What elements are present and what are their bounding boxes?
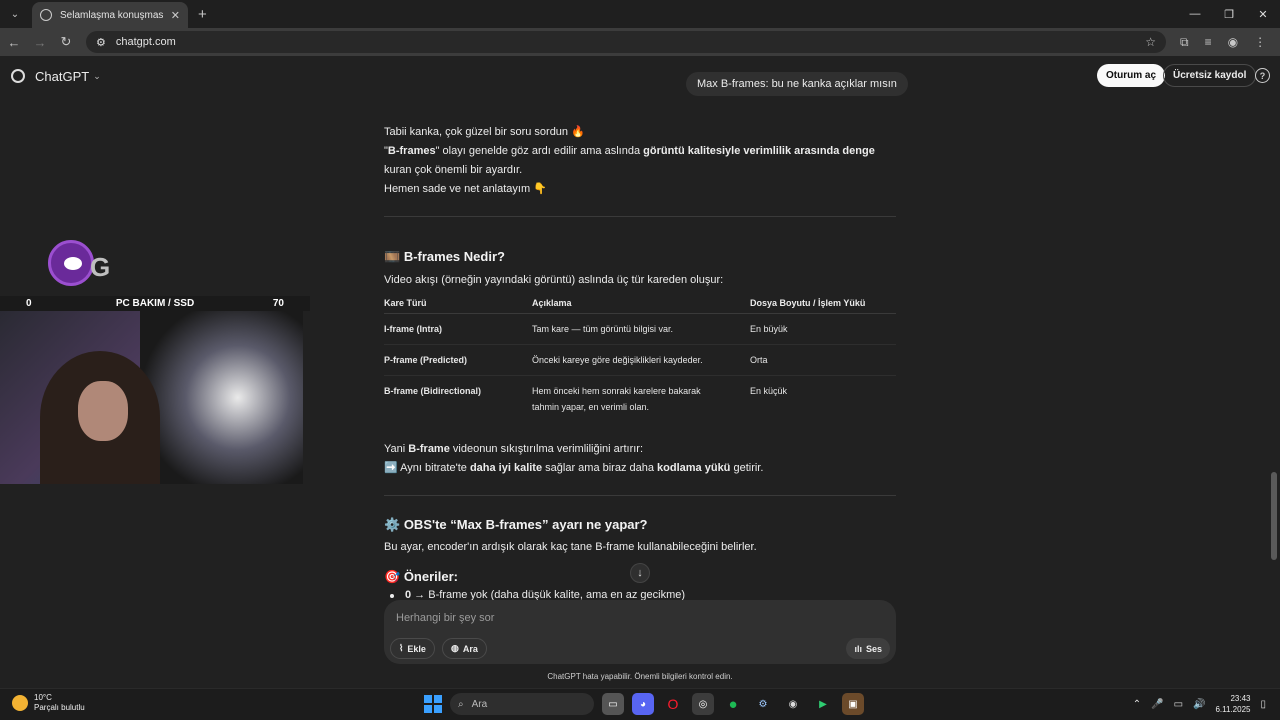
intro-line: Hemen sade ve net anlatayım 👇 [384, 183, 547, 195]
summary-line: ➡️ Aynı bitrate'te daha iyi kalite sağla… [384, 462, 764, 474]
webcam-feed [0, 311, 303, 484]
chatgpt-header: ChatGPT ⌄ [0, 56, 1280, 96]
clock[interactable]: 23:43 6.11.2025 [1215, 693, 1250, 715]
help-icon[interactable]: ? [1255, 68, 1270, 83]
browser-tabbar: ⌄ Selamlaşma konuşması ✕ + — ❐ ✕ [0, 0, 1280, 28]
microphone-icon[interactable]: 🎤 [1151, 699, 1163, 710]
frame-types-table: Kare Türü Açıklama Dosya Boyutu / İşlem … [384, 294, 896, 422]
eye-icon [64, 257, 82, 270]
new-tab-button[interactable]: + [198, 6, 207, 23]
bookmark-star-icon[interactable]: ☆ [1145, 35, 1156, 49]
table-row: P-frame (Predicted) Önceki kareye göre d… [384, 344, 896, 376]
disclaimer-text: ChatGPT hata yapabilir. Önemli bilgileri… [547, 672, 733, 681]
system-tray: ⌃ 🎤 ▭ 🔊 23:43 6.11.2025 ▯ [1133, 693, 1266, 715]
spotify-icon[interactable]: ● [722, 693, 744, 715]
table-row: I-frame (Intra) Tam kare — tüm görüntü b… [384, 313, 896, 345]
play-icon[interactable]: ▶ [812, 693, 834, 715]
browser-tab[interactable]: Selamlaşma konuşması ✕ [32, 2, 188, 28]
section-heading: ⚙️ OBS'te “Max B-frames” ayarı ne yapar? [384, 517, 648, 532]
intro-line: Tabii kanka, çok güzel bir soru sordun 🔥 [384, 126, 585, 138]
tab-search-button[interactable]: ⌄ [4, 4, 26, 24]
browser-menu-icon[interactable]: ⋮ [1254, 35, 1266, 50]
reload-button[interactable]: ↻ [54, 34, 78, 50]
section-lead: Bu ayar, encoder'ın ardışık olarak kaç t… [384, 541, 757, 553]
profile-avatar[interactable]: ◉ [1228, 35, 1238, 50]
streamer-logo-text: G [90, 252, 111, 282]
table-header: Kare Türü [384, 294, 532, 314]
stream-title-bar: 0 PC BAKIM / SSD 70 [0, 296, 310, 311]
site-info-icon[interactable]: ⚙ [96, 36, 106, 49]
globe-icon: ◍ [451, 643, 459, 653]
list-item: 0 → B-frame yok (daha düşük kalite, ama … [384, 586, 896, 600]
message-composer: ⌇ Ekle ◍ Ara ılı Ses [384, 600, 896, 664]
streamer-logo [48, 240, 94, 286]
windows-taskbar: 10°C Parçalı bulutlu ⌕ Ara ▭ ◕ O ◎ ● ⚙ ◉… [0, 688, 1280, 720]
user-message: Max B-frames: bu ne kanka açıklar mısın [686, 72, 908, 96]
start-button[interactable] [424, 695, 442, 713]
volume-icon[interactable]: 🔊 [1193, 699, 1205, 710]
prompt-input[interactable] [396, 608, 836, 628]
table-header: Dosya Boyutu / İşlem Yükü [750, 294, 896, 314]
media-control-icon[interactable]: ≡ [1205, 35, 1212, 50]
chatgpt-favicon-icon [40, 9, 52, 21]
search-icon: ⌕ [458, 698, 464, 710]
notification-icon[interactable]: ▯ [1260, 699, 1266, 710]
weather-icon [12, 695, 28, 711]
page-scrollbar[interactable] [1271, 472, 1277, 560]
intro-paragraph: "B-frames" olayı genelde göz ardı edilir… [384, 145, 875, 176]
web-search-button[interactable]: ◍ Ara [442, 638, 487, 659]
discord-icon[interactable]: ◕ [632, 693, 654, 715]
waveform-icon: ılı [854, 643, 862, 654]
section-lead: Video akışı (örneğin yayındaki görüntü) … [384, 274, 724, 286]
table-header: Açıklama [532, 294, 750, 314]
scroll-down-button[interactable]: ↓ [630, 563, 650, 583]
voice-button[interactable]: ılı Ses [846, 638, 890, 659]
close-tab-icon[interactable]: ✕ [171, 9, 180, 22]
signup-button[interactable]: Ücretsiz kaydol [1163, 64, 1257, 87]
obs-icon[interactable]: ◉ [782, 693, 804, 715]
steam-icon[interactable]: ⚙ [752, 693, 774, 715]
stream-title: PC BAKIM / SSD [115, 298, 195, 309]
chevron-up-icon[interactable]: ⌃ [1133, 699, 1141, 710]
forward-button[interactable]: → [28, 35, 52, 50]
url-text: chatgpt.com [115, 36, 176, 48]
chrome-icon[interactable]: ◎ [692, 693, 714, 715]
chevron-down-icon[interactable]: ⌄ [93, 71, 101, 82]
streamer-face [78, 381, 128, 441]
wall-art [140, 311, 303, 484]
attach-button[interactable]: ⌇ Ekle [390, 638, 435, 659]
opera-icon[interactable]: O [662, 693, 684, 715]
back-button[interactable]: ← [2, 35, 26, 50]
game-icon[interactable]: ▣ [842, 693, 864, 715]
assistant-response: Tabii kanka, çok güzel bir soru sordun 🔥… [384, 96, 896, 600]
address-bar[interactable]: ⚙ chatgpt.com ☆ [86, 31, 1166, 53]
section-heading: 🎞️ B-frames Nedir? [384, 249, 505, 264]
minimize-button[interactable]: — [1178, 8, 1212, 21]
browser-toolbar: ← → ↻ ⚙ chatgpt.com ☆ ⧉ ≡ ◉ ⋮ [0, 28, 1280, 56]
maximize-button[interactable]: ❐ [1212, 8, 1246, 21]
openai-logo-icon [11, 69, 25, 83]
model-selector[interactable]: ChatGPT [35, 69, 89, 84]
close-window-button[interactable]: ✕ [1246, 8, 1280, 21]
file-explorer-icon[interactable]: ▭ [602, 693, 624, 715]
summary-line: Yani B-frame videonun sıkıştırılma verim… [384, 443, 644, 455]
weather-widget[interactable]: 10°C Parçalı bulutlu [12, 693, 85, 713]
login-button[interactable]: Oturum aç [1097, 64, 1166, 87]
recommendations-list: 0 → B-frame yok (daha düşük kalite, ama … [384, 586, 896, 600]
tab-title: Selamlaşma konuşması [60, 9, 163, 21]
extensions-icon[interactable]: ⧉ [1180, 35, 1189, 50]
table-row: B-frame (Bidirectional) Hem önceki hem s… [384, 386, 788, 412]
taskbar-search[interactable]: ⌕ Ara [450, 693, 594, 715]
network-icon[interactable]: ▭ [1174, 699, 1183, 710]
paperclip-icon: ⌇ [399, 643, 404, 653]
